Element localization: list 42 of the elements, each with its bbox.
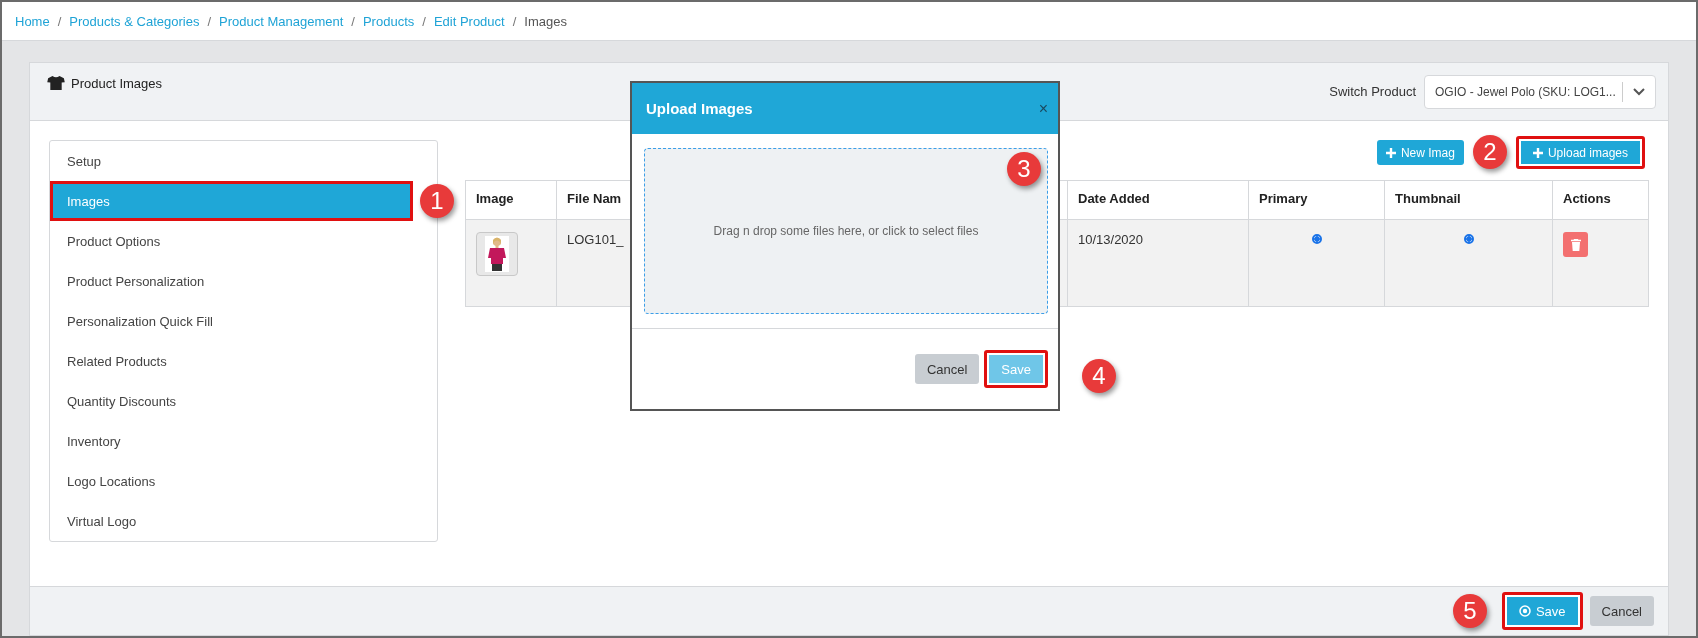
- cancel-button[interactable]: Cancel: [1589, 596, 1654, 626]
- sidebar-item[interactable]: Setup: [50, 141, 437, 181]
- chevron-down-icon: [1633, 87, 1645, 96]
- sidebar-item[interactable]: Personalization Quick Fill: [50, 301, 437, 341]
- breadcrumb-separator: /: [351, 13, 355, 29]
- callout-badge: 5: [1452, 594, 1487, 628]
- sidebar-item[interactable]: Virtual Logo: [50, 501, 437, 541]
- callout-badge: 2: [1472, 135, 1507, 169]
- target-icon: [1518, 605, 1531, 617]
- breadcrumb-separator: /: [422, 13, 426, 29]
- cancel-button[interactable]: Cancel: [914, 354, 980, 384]
- plus-icon: [1532, 147, 1543, 158]
- callout-badge: 1: [420, 184, 454, 218]
- trash-icon: [1570, 238, 1581, 251]
- breadcrumb-current: Images: [524, 13, 567, 29]
- sidebar-item[interactable]: Inventory: [50, 421, 437, 461]
- column-header: Actions: [1552, 180, 1649, 220]
- plus-icon: [1385, 147, 1396, 158]
- file-dropzone[interactable]: Drag n drop some files here, or click to select files 3: [644, 148, 1048, 314]
- sidebar-item[interactable]: Quantity Discounts: [50, 381, 437, 421]
- shirt-icon: [47, 76, 65, 90]
- breadcrumb-separator: /: [207, 13, 211, 29]
- switch-product-label: Switch Product: [1329, 84, 1416, 99]
- thumbnail-radio[interactable]: [1463, 234, 1474, 244]
- delete-button[interactable]: [1563, 232, 1588, 257]
- product-select[interactable]: OGIO - Jewel Polo (SKU: LOG1...: [1424, 74, 1656, 109]
- primary-radio[interactable]: [1311, 234, 1322, 244]
- breadcrumb-separator: /: [57, 13, 62, 29]
- breadcrumb-separator: /: [512, 13, 517, 29]
- callout-badge: 3: [1007, 152, 1041, 186]
- sidebar-item[interactable]: Logo Locations: [50, 461, 437, 501]
- sidebar-item[interactable]: Related Products: [50, 341, 437, 381]
- sidebar-item[interactable]: Product Personalization: [50, 261, 437, 301]
- column-header: Primary: [1248, 180, 1385, 220]
- column-header: Thumbnail: [1384, 180, 1553, 220]
- close-button[interactable]: ×: [1038, 99, 1048, 118]
- card-title: Product Images: [71, 76, 163, 91]
- table-cell: 10/13/2020: [1067, 219, 1249, 307]
- column-header: Image: [465, 180, 557, 220]
- column-header: Date Added: [1067, 180, 1249, 220]
- sidebar-item[interactable]: Product Options: [50, 221, 437, 261]
- dialog-title: Upload Images: [646, 100, 753, 117]
